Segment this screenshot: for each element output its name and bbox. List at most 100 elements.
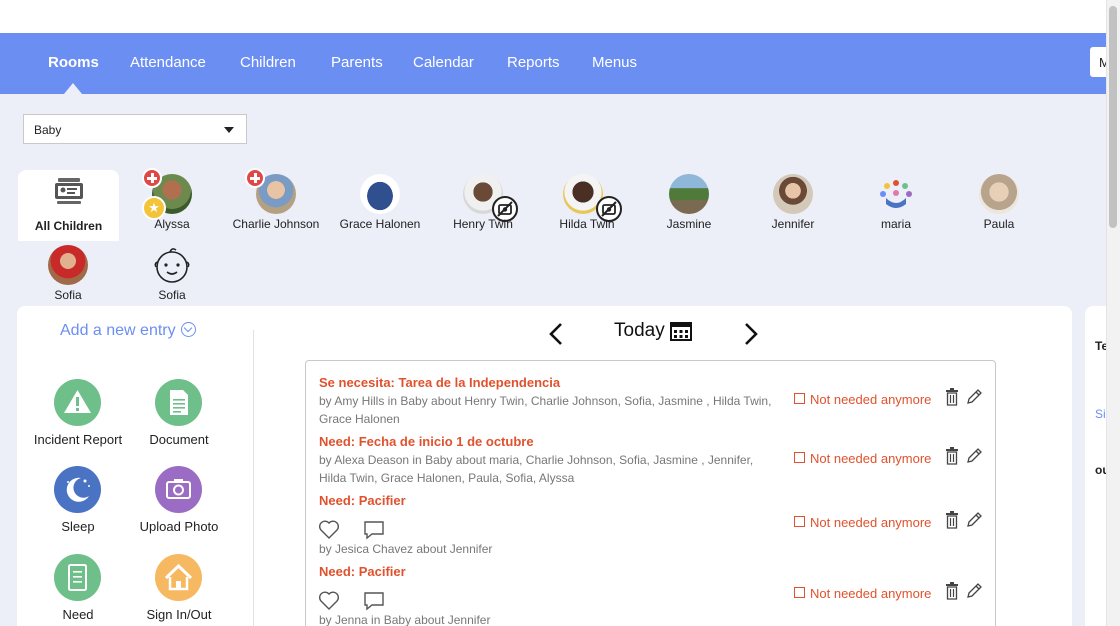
side-panel-text-2: ou: [1095, 463, 1106, 477]
add-entry-toggle[interactable]: Add a new entry: [60, 322, 196, 340]
child-sofia[interactable]: Sofia: [13, 243, 123, 303]
not-needed-label: Not needed anymore: [810, 392, 932, 407]
not-needed-checkbox[interactable]: Not needed anymore: [794, 451, 931, 466]
child-paula[interactable]: Paula: [944, 172, 1054, 232]
child-jasmine[interactable]: Jasmine: [634, 172, 744, 232]
avatar: [360, 174, 400, 214]
entry-title[interactable]: Se necesita: Tarea de la Independencia: [319, 375, 560, 390]
nav-children[interactable]: Children: [240, 54, 296, 71]
child-name: Jasmine: [666, 217, 712, 231]
child-name: Henry Twin: [453, 217, 513, 231]
calendar-icon[interactable]: [670, 321, 692, 341]
room-select-value: Baby: [34, 123, 62, 137]
child-name: Paula: [983, 217, 1015, 231]
heart-icon[interactable]: [318, 590, 340, 612]
camera-icon: [155, 466, 202, 513]
avatar: [48, 245, 88, 285]
action-label: Need: [62, 607, 94, 622]
all-children-label: All Children: [34, 219, 103, 233]
nav-calendar[interactable]: Calendar: [413, 54, 474, 71]
entry-title[interactable]: Need: Pacifier: [319, 493, 406, 508]
moon-icon: [54, 466, 101, 513]
nav-rooms[interactable]: Rooms: [48, 54, 99, 71]
edit-pencil-icon[interactable]: [966, 511, 982, 529]
child-grace-halonen[interactable]: Grace Halonen: [325, 172, 435, 232]
child-name: Charlie Johnson: [232, 217, 320, 231]
side-panel-link[interactable]: Si: [1095, 407, 1106, 421]
child-hilda-twin[interactable]: Hilda Twin: [532, 172, 642, 232]
child-name: Alyssa: [154, 217, 190, 231]
child-name: Sofia: [158, 288, 186, 302]
avatar: [773, 174, 813, 214]
action-label: Document: [149, 432, 209, 447]
entry-meta: by Jesica Chavez about Jennifer: [319, 542, 493, 556]
child-maria[interactable]: maria: [841, 172, 951, 232]
dropdown-caret-icon: [224, 127, 234, 133]
room-select[interactable]: Baby: [23, 114, 247, 144]
not-needed-checkbox[interactable]: Not needed anymore: [794, 515, 931, 530]
edit-pencil-icon[interactable]: [966, 447, 982, 465]
checklist-icon: [54, 554, 101, 601]
children-roster-icon: [55, 178, 83, 204]
nav-reports[interactable]: Reports: [507, 54, 560, 71]
entry-meta: by Jenna in Baby about Jennifer: [319, 613, 491, 626]
child-name: Grace Halonen: [339, 217, 421, 231]
scrollbar-thumb[interactable]: [1109, 6, 1117, 228]
next-day-icon[interactable]: [738, 321, 762, 347]
warning-icon: [54, 379, 101, 426]
main-nav: Rooms Attendance Children Parents Calend…: [0, 33, 1110, 94]
entry-meta: by Alexa Deason in Baby about maria, Cha…: [319, 453, 754, 485]
previous-day-icon[interactable]: [545, 321, 569, 347]
nav-parents[interactable]: Parents: [331, 54, 383, 71]
child-alyssa[interactable]: ★ Alyssa: [117, 168, 227, 232]
entry-meta: by Amy Hills in Baby about Henry Twin, C…: [319, 394, 772, 426]
comment-icon[interactable]: [363, 519, 385, 541]
trash-icon[interactable]: [944, 388, 960, 406]
incident-report-button[interactable]: Incident Report: [23, 379, 133, 451]
not-needed-label: Not needed anymore: [810, 515, 932, 530]
nav-attendance[interactable]: Attendance: [130, 54, 206, 71]
need-button[interactable]: Need: [23, 554, 133, 626]
child-henry-twin[interactable]: Henry Twin: [428, 172, 538, 232]
child-sofia-2[interactable]: Sofia: [117, 243, 227, 303]
medical-icon: [245, 168, 265, 188]
not-needed-checkbox[interactable]: Not needed anymore: [794, 392, 931, 407]
entry-title[interactable]: Need: Pacifier: [319, 564, 406, 579]
not-needed-label: Not needed anymore: [810, 586, 932, 601]
panel-divider: [253, 330, 254, 626]
child-charlie-johnson[interactable]: Charlie Johnson: [221, 168, 331, 232]
child-name: Hilda Twin: [559, 217, 615, 231]
not-needed-checkbox[interactable]: Not needed anymore: [794, 586, 931, 601]
trash-icon[interactable]: [944, 447, 960, 465]
checkbox-icon: [794, 516, 805, 527]
upload-photo-button[interactable]: Upload Photo: [124, 466, 234, 538]
edit-pencil-icon[interactable]: [966, 388, 982, 406]
all-children-tab[interactable]: All Children: [18, 170, 119, 241]
nav-menus[interactable]: Menus: [592, 54, 637, 71]
action-label: Incident Report: [33, 432, 123, 447]
sign-in-out-button[interactable]: Sign In/Out: [124, 554, 234, 626]
medical-icon: [142, 168, 162, 188]
child-jennifer[interactable]: Jennifer: [738, 172, 848, 232]
edit-pencil-icon[interactable]: [966, 582, 982, 600]
sleep-button[interactable]: Sleep: [23, 466, 133, 538]
not-needed-label: Not needed anymore: [810, 451, 932, 466]
side-panel: Te Si ou: [1085, 306, 1106, 626]
entry-title[interactable]: Need: Fecha de inicio 1 de octubre: [319, 434, 534, 449]
date-label: Today: [614, 320, 665, 341]
action-label: Upload Photo: [139, 519, 219, 534]
trash-icon[interactable]: [944, 511, 960, 529]
trash-icon[interactable]: [944, 582, 960, 600]
action-label: Sign In/Out: [146, 607, 212, 622]
home-icon: [155, 554, 202, 601]
comment-icon[interactable]: [363, 590, 385, 612]
add-entry-label: Add a new entry: [60, 322, 176, 339]
child-name: Sofia: [54, 288, 82, 302]
baby-face-icon: [154, 248, 190, 283]
heart-icon[interactable]: [318, 519, 340, 541]
document-button[interactable]: Document: [124, 379, 234, 451]
checkbox-icon: [794, 393, 805, 404]
checkbox-icon: [794, 587, 805, 598]
page-scrollbar[interactable]: [1106, 0, 1120, 626]
checkbox-icon: [794, 452, 805, 463]
